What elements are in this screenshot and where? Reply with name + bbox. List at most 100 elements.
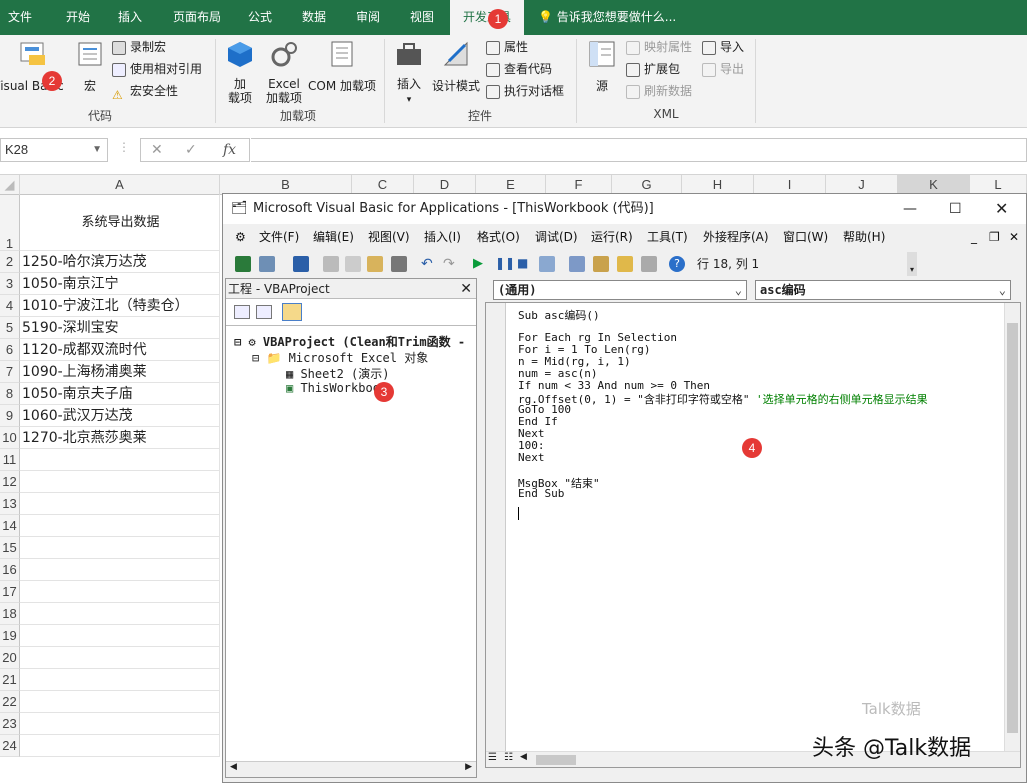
view-code-icon[interactable] <box>234 305 250 319</box>
column-header[interactable]: E <box>476 175 546 195</box>
close-button[interactable]: ✕ <box>995 194 1008 224</box>
mdi-close-icon[interactable]: ✕ <box>1009 228 1019 246</box>
menu-file[interactable]: 文件(F) <box>259 228 299 246</box>
relative-reference-button[interactable]: 使用相对引用 <box>112 59 202 79</box>
row-header[interactable]: 24 <box>0 735 20 757</box>
tree-excel-objects[interactable]: ⊟ 📁 Microsoft Excel 对象 <box>252 349 428 366</box>
insert-function-button[interactable]: fx <box>223 139 236 161</box>
toolbox-icon[interactable] <box>641 256 657 272</box>
cell-a20[interactable] <box>20 647 220 669</box>
expansion-packs-button[interactable]: 扩展包 <box>626 59 680 79</box>
horizontal-scrollbar[interactable]: ◀ ▶ <box>226 761 476 777</box>
toolbar-overflow-icon[interactable]: ▾ <box>907 252 917 276</box>
row-header[interactable]: 12 <box>0 471 20 493</box>
pause-icon[interactable]: ❚❚ <box>495 256 515 272</box>
cell-a16[interactable] <box>20 559 220 581</box>
row-header[interactable]: 21 <box>0 669 20 691</box>
menu-format[interactable]: 格式(O) <box>477 228 520 246</box>
object-combo[interactable]: (通用) ⌄ <box>493 280 747 300</box>
cell-a1[interactable]: 系统导出数据 <box>20 195 220 251</box>
cut-icon[interactable] <box>323 256 339 272</box>
run-dialog-button[interactable]: 执行对话框 <box>486 81 564 101</box>
row-header[interactable]: 18 <box>0 603 20 625</box>
undo-icon[interactable]: ↶ <box>421 256 437 272</box>
column-header[interactable]: F <box>546 175 612 195</box>
cell-a10[interactable]: 1270-北京燕莎奥莱 <box>20 427 220 449</box>
properties-window-icon[interactable] <box>593 256 609 272</box>
copy-icon[interactable] <box>345 256 361 272</box>
cell-a3[interactable]: 1050-南京江宁 <box>20 273 220 295</box>
menu-debug[interactable]: 调试(D) <box>535 228 578 246</box>
design-mode-button[interactable]: 设计模式 <box>430 39 482 93</box>
row-header[interactable]: 11 <box>0 449 20 471</box>
procedure-combo[interactable]: asc编码 ⌄ <box>755 280 1011 300</box>
menu-addins[interactable]: 外接程序(A) <box>703 228 769 246</box>
tab-formulas[interactable]: 公式 <box>238 0 282 35</box>
formula-input[interactable] <box>251 138 1027 162</box>
minimize-button[interactable]: — <box>903 194 917 224</box>
row-header[interactable]: 14 <box>0 515 20 537</box>
row-header[interactable]: 19 <box>0 625 20 647</box>
macros-button[interactable]: 宏 <box>72 39 108 93</box>
cell-a22[interactable] <box>20 691 220 713</box>
help-icon[interactable]: ? <box>669 256 685 272</box>
import-button[interactable]: 导入 <box>702 37 744 57</box>
cell-a4[interactable]: 1010-宁波江北（特卖仓） <box>20 295 220 317</box>
tab-review[interactable]: 审阅 <box>346 0 390 35</box>
find-icon[interactable] <box>391 256 407 272</box>
column-header[interactable]: K <box>898 175 970 195</box>
row-header[interactable]: 1 <box>0 195 20 251</box>
name-box[interactable]: K28 ▼ <box>0 138 108 162</box>
tab-data[interactable]: 数据 <box>292 0 336 35</box>
row-header[interactable]: 5 <box>0 317 20 339</box>
cell-a21[interactable] <box>20 669 220 691</box>
row-header[interactable]: 3 <box>0 273 20 295</box>
collapse-icon[interactable]: ⊟ <box>252 351 266 365</box>
column-header[interactable]: G <box>612 175 682 195</box>
row-header[interactable]: 23 <box>0 713 20 735</box>
row-header[interactable]: 9 <box>0 405 20 427</box>
menu-view[interactable]: 视图(V) <box>368 228 410 246</box>
cell-a13[interactable] <box>20 493 220 515</box>
close-pane-icon[interactable]: ✕ <box>460 279 472 299</box>
row-header[interactable]: 6 <box>0 339 20 361</box>
tree-thisworkbook[interactable]: ▣ ThisWorkbook <box>286 381 387 395</box>
excel-addins-button[interactable]: Excel 加载项 <box>262 39 306 105</box>
tree-sheet2[interactable]: ▦ Sheet2 (演示) <box>286 365 389 382</box>
properties-button[interactable]: 属性 <box>486 37 528 57</box>
row-header[interactable]: 7 <box>0 361 20 383</box>
row-header[interactable]: 8 <box>0 383 20 405</box>
cancel-icon[interactable]: ✕ <box>151 139 163 161</box>
row-header[interactable]: 22 <box>0 691 20 713</box>
menu-run[interactable]: 运行(R) <box>591 228 633 246</box>
cell-a17[interactable] <box>20 581 220 603</box>
tab-developer[interactable]: 开发工具 <box>450 0 524 35</box>
tab-home[interactable]: 开始 <box>56 0 100 35</box>
tell-me-box[interactable]: 💡 告诉我您想要做什么... <box>538 0 676 35</box>
row-header[interactable]: 2 <box>0 251 20 273</box>
column-header[interactable]: A <box>20 175 220 195</box>
save-icon[interactable] <box>293 256 309 272</box>
view-code-button[interactable]: 查看代码 <box>486 59 552 79</box>
column-header[interactable]: L <box>970 175 1027 195</box>
maximize-button[interactable]: ☐ <box>949 194 962 224</box>
vertical-scrollbar[interactable] <box>1004 303 1020 751</box>
row-header[interactable]: 20 <box>0 647 20 669</box>
column-header[interactable]: I <box>754 175 826 195</box>
xml-source-button[interactable]: 源 <box>584 39 620 93</box>
mdi-restore-icon[interactable]: ❐ <box>989 228 1000 246</box>
menu-tools[interactable]: 工具(T) <box>647 228 688 246</box>
tab-file[interactable]: 文件 <box>0 0 40 35</box>
collapse-icon[interactable]: ⊟ <box>234 335 248 349</box>
cell-a14[interactable] <box>20 515 220 537</box>
project-explorer-icon[interactable] <box>569 256 585 272</box>
cell-a8[interactable]: 1050-南京夫子庙 <box>20 383 220 405</box>
cell-a23[interactable] <box>20 713 220 735</box>
column-header[interactable]: B <box>220 175 352 195</box>
cell-a24[interactable] <box>20 735 220 757</box>
run-icon[interactable]: ▶ <box>473 256 489 272</box>
object-browser-icon[interactable] <box>617 256 633 272</box>
paste-icon[interactable] <box>367 256 383 272</box>
map-properties-button[interactable]: 映射属性 <box>626 37 692 57</box>
tab-page-layout[interactable]: 页面布局 <box>164 0 230 35</box>
